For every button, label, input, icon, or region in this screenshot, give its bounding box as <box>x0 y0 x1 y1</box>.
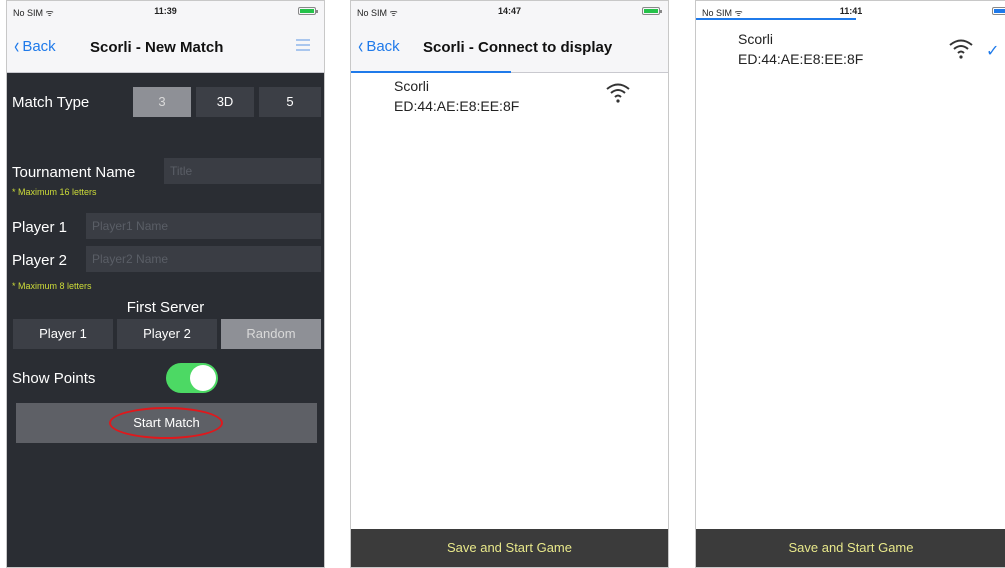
device-address: ED:44:AE:E8:EE:8F <box>394 98 520 114</box>
chevron-left-icon: ‹ <box>14 33 20 58</box>
menu-icon[interactable] <box>296 39 310 54</box>
toggle-knob <box>190 365 216 391</box>
status-bar: No SIM ᯤ 11:39 <box>7 1 324 21</box>
status-bar: No SIM ᯤ 14:47 <box>351 1 668 21</box>
connected-screen: No SIM ᯤ 11:41 Scorli ED:44:AE:E8:EE:8F … <box>695 0 1005 568</box>
save-start-button[interactable]: Save and Start Game <box>351 529 668 567</box>
wifi-icon <box>606 83 630 103</box>
first-server-player1[interactable]: Player 1 <box>13 319 113 349</box>
back-button[interactable]: ‹ Back <box>357 33 400 58</box>
players-note: * Maximum 8 letters <box>12 281 92 291</box>
tournament-name-input[interactable]: Title <box>164 158 321 184</box>
match-type-label: Match Type <box>12 94 90 111</box>
battery-icon <box>298 7 318 15</box>
new-match-screen: No SIM ᯤ 11:39 ‹ Back Scorli - New Match… <box>6 0 325 568</box>
device-name: Scorli <box>394 78 430 94</box>
page-title: Scorli - New Match <box>90 39 224 56</box>
battery-icon <box>642 7 662 15</box>
nav-bar: ‹ Back Scorli - New Match <box>7 21 324 73</box>
first-server-player2[interactable]: Player 2 <box>117 319 217 349</box>
start-match-button[interactable]: Start Match <box>16 403 317 443</box>
tournament-name-note: * Maximum 16 letters <box>12 187 97 197</box>
player2-input[interactable]: Player2 Name <box>86 246 321 272</box>
clock: 14:47 <box>497 6 522 16</box>
progress-bar <box>696 18 856 20</box>
save-start-button[interactable]: Save and Start Game <box>696 529 1005 567</box>
back-label: Back <box>366 37 400 55</box>
battery-icon <box>992 7 1005 15</box>
match-type-option-5[interactable]: 5 <box>259 87 321 117</box>
nav-bar: ‹ Back Scorli - Connect to display <box>351 21 668 73</box>
highlight-ring <box>109 407 223 439</box>
clock: 11:39 <box>154 6 177 16</box>
back-button[interactable]: ‹ Back <box>13 33 56 58</box>
clock: 11:41 <box>839 6 863 16</box>
show-points-toggle[interactable] <box>166 363 218 393</box>
match-type-option-3d[interactable]: 3D <box>196 87 254 117</box>
wifi-icon <box>949 39 973 59</box>
chevron-left-icon: ‹ <box>358 33 364 58</box>
player1-input[interactable]: Player1 Name <box>86 213 321 239</box>
tournament-name-label: Tournament Name <box>12 164 136 181</box>
first-server-random[interactable]: Random <box>221 319 321 349</box>
progress-bar <box>351 71 511 73</box>
back-label: Back <box>22 37 56 55</box>
player2-label: Player 2 <box>12 252 68 269</box>
device-name: Scorli <box>738 31 774 47</box>
player1-label: Player 1 <box>12 219 68 236</box>
page-title: Scorli - Connect to display <box>423 39 613 56</box>
match-type-option-3[interactable]: 3 <box>133 87 191 117</box>
show-points-label: Show Points <box>12 370 96 387</box>
connect-display-screen: No SIM ᯤ 14:47 ‹ Back Scorli - Connect t… <box>350 0 669 568</box>
first-server-label: First Server <box>126 299 205 316</box>
checkmark-icon: ✓ <box>986 43 1000 60</box>
device-address: ED:44:AE:E8:EE:8F <box>738 51 864 67</box>
